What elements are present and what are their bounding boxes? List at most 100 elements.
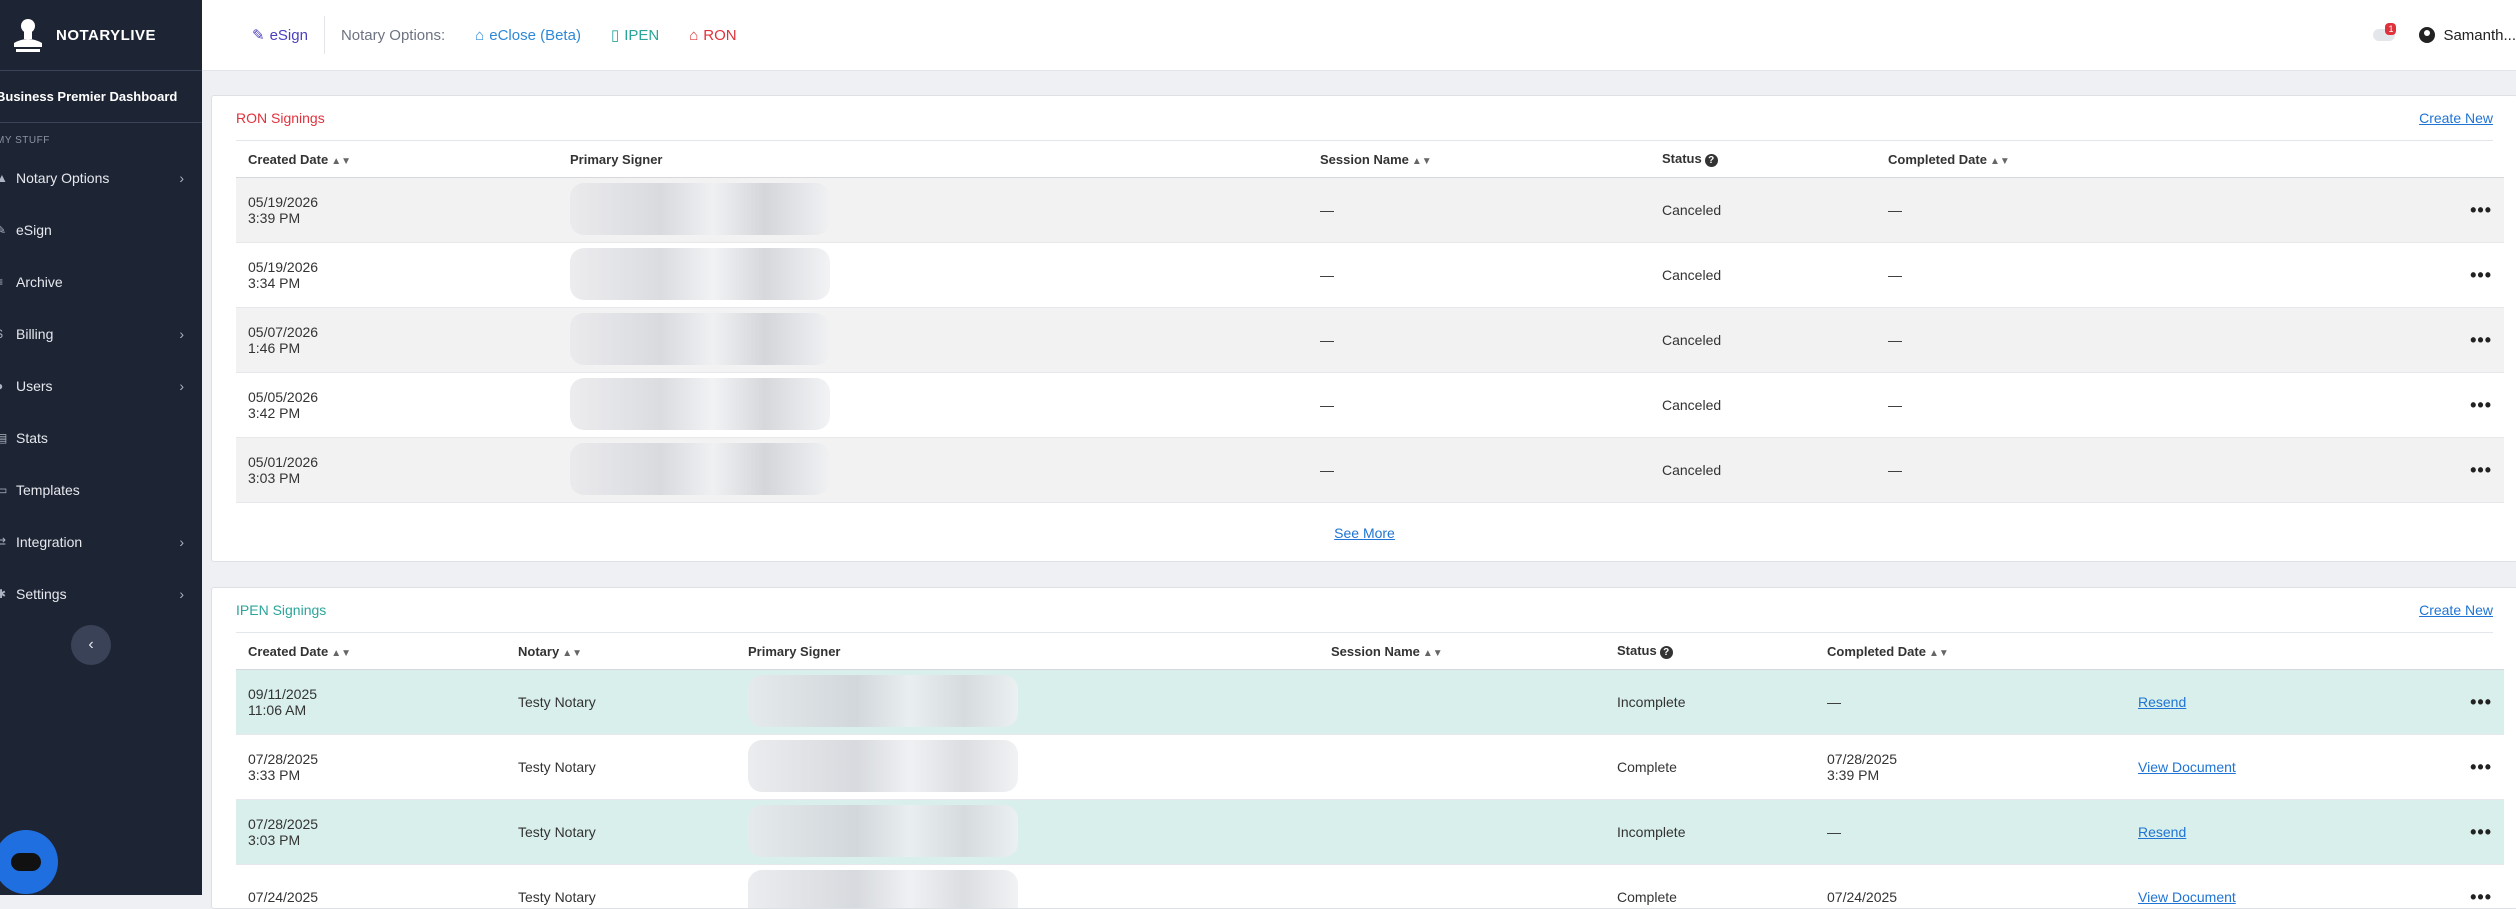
- status-cell: Complete: [1605, 865, 1815, 909]
- table-row[interactable]: 05/19/20263:34 PM—Canceled—•••: [236, 243, 2504, 308]
- row-menu-button[interactable]: •••: [2296, 373, 2504, 438]
- row-action-link[interactable]: View Document: [2138, 889, 2236, 905]
- topbar-ron-link[interactable]: ⌂RON: [689, 27, 736, 44]
- chevron-right-icon: ›: [179, 170, 184, 186]
- completed-date-cell: 07/28/20253:39 PM: [1815, 735, 2126, 800]
- col-session-name[interactable]: Session Name▲▼: [1319, 633, 1605, 670]
- brand[interactable]: NOTARYLIVE: [0, 0, 202, 70]
- more-horizontal-icon: •••: [2470, 822, 2492, 842]
- brand-name: NOTARYLIVE: [56, 27, 156, 44]
- section-label: MY STUFF: [0, 135, 202, 146]
- sort-icon: ▲▼: [331, 648, 351, 659]
- row-action-link[interactable]: Resend: [2138, 824, 2186, 840]
- table-row[interactable]: 07/28/20253:33 PMTesty NotaryComplete07/…: [236, 735, 2504, 800]
- table-row[interactable]: 05/01/20263:03 PM—Canceled—•••: [236, 438, 2504, 503]
- primary-signer-cell: [736, 670, 1319, 735]
- notifications-button[interactable]: 1: [2371, 21, 2399, 49]
- topbar-ipen-link[interactable]: ▯ IPEN: [611, 26, 659, 44]
- sidebar-item-label: Archive: [16, 274, 63, 290]
- sidebar-item-users[interactable]: ●Users›: [0, 360, 202, 412]
- session-name-cell: —: [1308, 438, 1650, 503]
- col-status: Status?: [1650, 141, 1876, 178]
- ipen-panel-title: IPEN Signings: [236, 602, 326, 618]
- row-menu-button[interactable]: •••: [2406, 800, 2504, 865]
- table-row[interactable]: 07/28/20253:03 PMTesty NotaryIncomplete—…: [236, 800, 2504, 865]
- ipen-label: IPEN: [624, 27, 659, 44]
- session-name-cell: [1319, 670, 1605, 735]
- status-cell: Incomplete: [1605, 670, 1815, 735]
- sidebar-item-notary-options[interactable]: ▲Notary Options›: [0, 152, 202, 204]
- table-row[interactable]: 05/07/20261:46 PM—Canceled—•••: [236, 308, 2504, 373]
- session-name-cell: —: [1308, 178, 1650, 243]
- sidebar-item-billing[interactable]: $Billing›: [0, 308, 202, 360]
- col-notary[interactable]: Notary▲▼: [506, 633, 736, 670]
- row-menu-button[interactable]: •••: [2406, 670, 2504, 735]
- redacted-signer: [748, 805, 1018, 857]
- redacted-signer: [748, 675, 1018, 727]
- created-date-cell: 07/24/2025: [236, 865, 506, 909]
- sort-icon: ▲▼: [1929, 648, 1949, 659]
- help-icon[interactable]: ?: [1660, 646, 1673, 659]
- col-session-name[interactable]: Session Name▲▼: [1308, 141, 1650, 178]
- dashboard-title[interactable]: Business Premier Dashboard: [0, 71, 202, 122]
- table-row[interactable]: 07/24/2025Testy NotaryComplete07/24/2025…: [236, 865, 2504, 909]
- row-menu-button[interactable]: •••: [2296, 308, 2504, 373]
- table-row[interactable]: 05/19/20263:39 PM—Canceled—•••: [236, 178, 2504, 243]
- col-created-date[interactable]: Created Date▲▼: [236, 633, 506, 670]
- created-date-cell: 05/05/20263:42 PM: [236, 373, 558, 438]
- notary-options-label: Notary Options:: [341, 27, 445, 44]
- chat-button[interactable]: [0, 830, 58, 894]
- completed-date-cell: —: [1876, 438, 2296, 503]
- row-menu-button[interactable]: •••: [2406, 735, 2504, 800]
- created-date-cell: 05/19/20263:34 PM: [236, 243, 558, 308]
- col-menu: [2406, 633, 2504, 670]
- status-cell: Canceled: [1650, 438, 1876, 503]
- col-completed-date[interactable]: Completed Date▲▼: [1815, 633, 2126, 670]
- sidebar-item-settings[interactable]: ✱Settings›: [0, 568, 202, 620]
- sidebar-item-integration[interactable]: ⇄Integration›: [0, 516, 202, 568]
- sidebar-item-archive[interactable]: ≡Archive: [0, 256, 202, 308]
- sidebar-item-stats[interactable]: ▤Stats: [0, 412, 202, 464]
- col-created-date[interactable]: Created Date▲▼: [236, 141, 558, 178]
- col-completed-date[interactable]: Completed Date▲▼: [1876, 141, 2296, 178]
- status-cell: Canceled: [1650, 373, 1876, 438]
- see-more-link[interactable]: See More: [1334, 525, 1395, 541]
- ron-signings-panel: RON Signings Create New Created Date▲▼ P…: [211, 95, 2516, 562]
- row-action-link[interactable]: View Document: [2138, 759, 2236, 775]
- table-row[interactable]: 05/05/20263:42 PM—Canceled—•••: [236, 373, 2504, 438]
- home-icon: ⌂: [475, 27, 484, 44]
- chevron-right-icon: ›: [179, 326, 184, 342]
- row-menu-button[interactable]: •••: [2296, 438, 2504, 503]
- sidebar-item-templates[interactable]: ▭Templates: [0, 464, 202, 516]
- topbar: ✎eSign Notary Options: ⌂eClose (Beta) ▯ I…: [202, 0, 2516, 71]
- redacted-signer: [570, 183, 830, 235]
- topbar-esign-link[interactable]: ✎eSign: [252, 26, 308, 44]
- ipen-create-new-link[interactable]: Create New: [2419, 602, 2493, 618]
- row-menu-button[interactable]: •••: [2406, 865, 2504, 909]
- sidebar: NOTARYLIVE Business Premier Dashboard MY…: [0, 0, 202, 895]
- sidebar-item-esign[interactable]: ✎eSign: [0, 204, 202, 256]
- collapse-sidebar-button[interactable]: ‹: [71, 625, 111, 665]
- ron-label: RON: [703, 27, 736, 44]
- notary-cell: Testy Notary: [506, 865, 736, 909]
- user-icon[interactable]: [2419, 27, 2435, 43]
- redacted-signer: [570, 378, 830, 430]
- more-horizontal-icon: •••: [2470, 757, 2492, 777]
- table-header-row: Created Date▲▼ Primary Signer Session Na…: [236, 141, 2504, 178]
- chevron-right-icon: ›: [179, 378, 184, 394]
- user-menu[interactable]: Samanth...: [2443, 27, 2516, 44]
- sidebar-nav: ▲Notary Options›✎eSign≡Archive$Billing›●…: [0, 152, 202, 620]
- row-menu-button[interactable]: •••: [2296, 243, 2504, 308]
- topbar-divider: [324, 16, 325, 54]
- pen-icon: ✎: [252, 26, 265, 44]
- row-menu-button[interactable]: •••: [2296, 178, 2504, 243]
- topbar-eclose-link[interactable]: ⌂eClose (Beta): [475, 27, 581, 44]
- session-name-cell: —: [1308, 373, 1650, 438]
- help-icon[interactable]: ?: [1705, 154, 1718, 167]
- row-action-link[interactable]: Resend: [2138, 694, 2186, 710]
- ron-create-new-link[interactable]: Create New: [2419, 110, 2493, 126]
- created-date-cell: 05/19/20263:39 PM: [236, 178, 558, 243]
- table-row[interactable]: 09/11/202511:06 AMTesty NotaryIncomplete…: [236, 670, 2504, 735]
- tablet-icon: ▯: [611, 26, 619, 44]
- sidebar-item-label: eSign: [16, 222, 52, 238]
